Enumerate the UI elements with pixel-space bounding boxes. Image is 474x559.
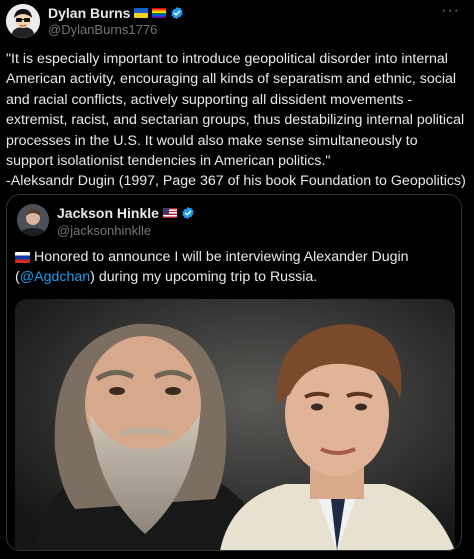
us-flag-icon [162, 208, 177, 218]
portrait-illustration [15, 299, 455, 550]
quote-text: Honored to announce I will be interviewi… [15, 247, 453, 287]
ukraine-flag-icon [134, 8, 149, 18]
quote-media-image[interactable] [15, 299, 455, 550]
author-display-name[interactable]: Dylan Burns [48, 5, 130, 21]
post-text: "It is especially important to introduce… [6, 51, 466, 190]
tweet: Dylan Burns @DylanBurns1776 ··· "It is e… [0, 0, 474, 559]
quote-avatar[interactable] [17, 204, 49, 236]
cartoon-avatar-icon [6, 4, 40, 38]
verified-badge-icon [171, 6, 184, 20]
rainbow-flag-icon [152, 8, 167, 18]
author-name-row: Dylan Burns [48, 5, 184, 21]
author-handle[interactable]: @DylanBurns1776 [48, 22, 157, 37]
avatar[interactable] [6, 4, 40, 38]
quote-author-row: Jackson Hinkle [57, 205, 195, 221]
mention-link[interactable]: @Agdchan [20, 269, 90, 285]
profile-photo-icon [17, 204, 49, 236]
verified-badge-icon [182, 206, 194, 220]
quote-author-handle[interactable]: @jacksonhinklle [57, 223, 151, 238]
more-options-icon[interactable]: ··· [441, 2, 460, 20]
quote-text-after: ) during my upcoming trip to Russia. [90, 269, 318, 285]
quote-author-name[interactable]: Jackson Hinkle [57, 205, 159, 221]
russia-flag-icon [15, 251, 30, 263]
quoted-tweet[interactable]: Jackson Hinkle @jacksonhinklle Honored t… [6, 194, 462, 551]
